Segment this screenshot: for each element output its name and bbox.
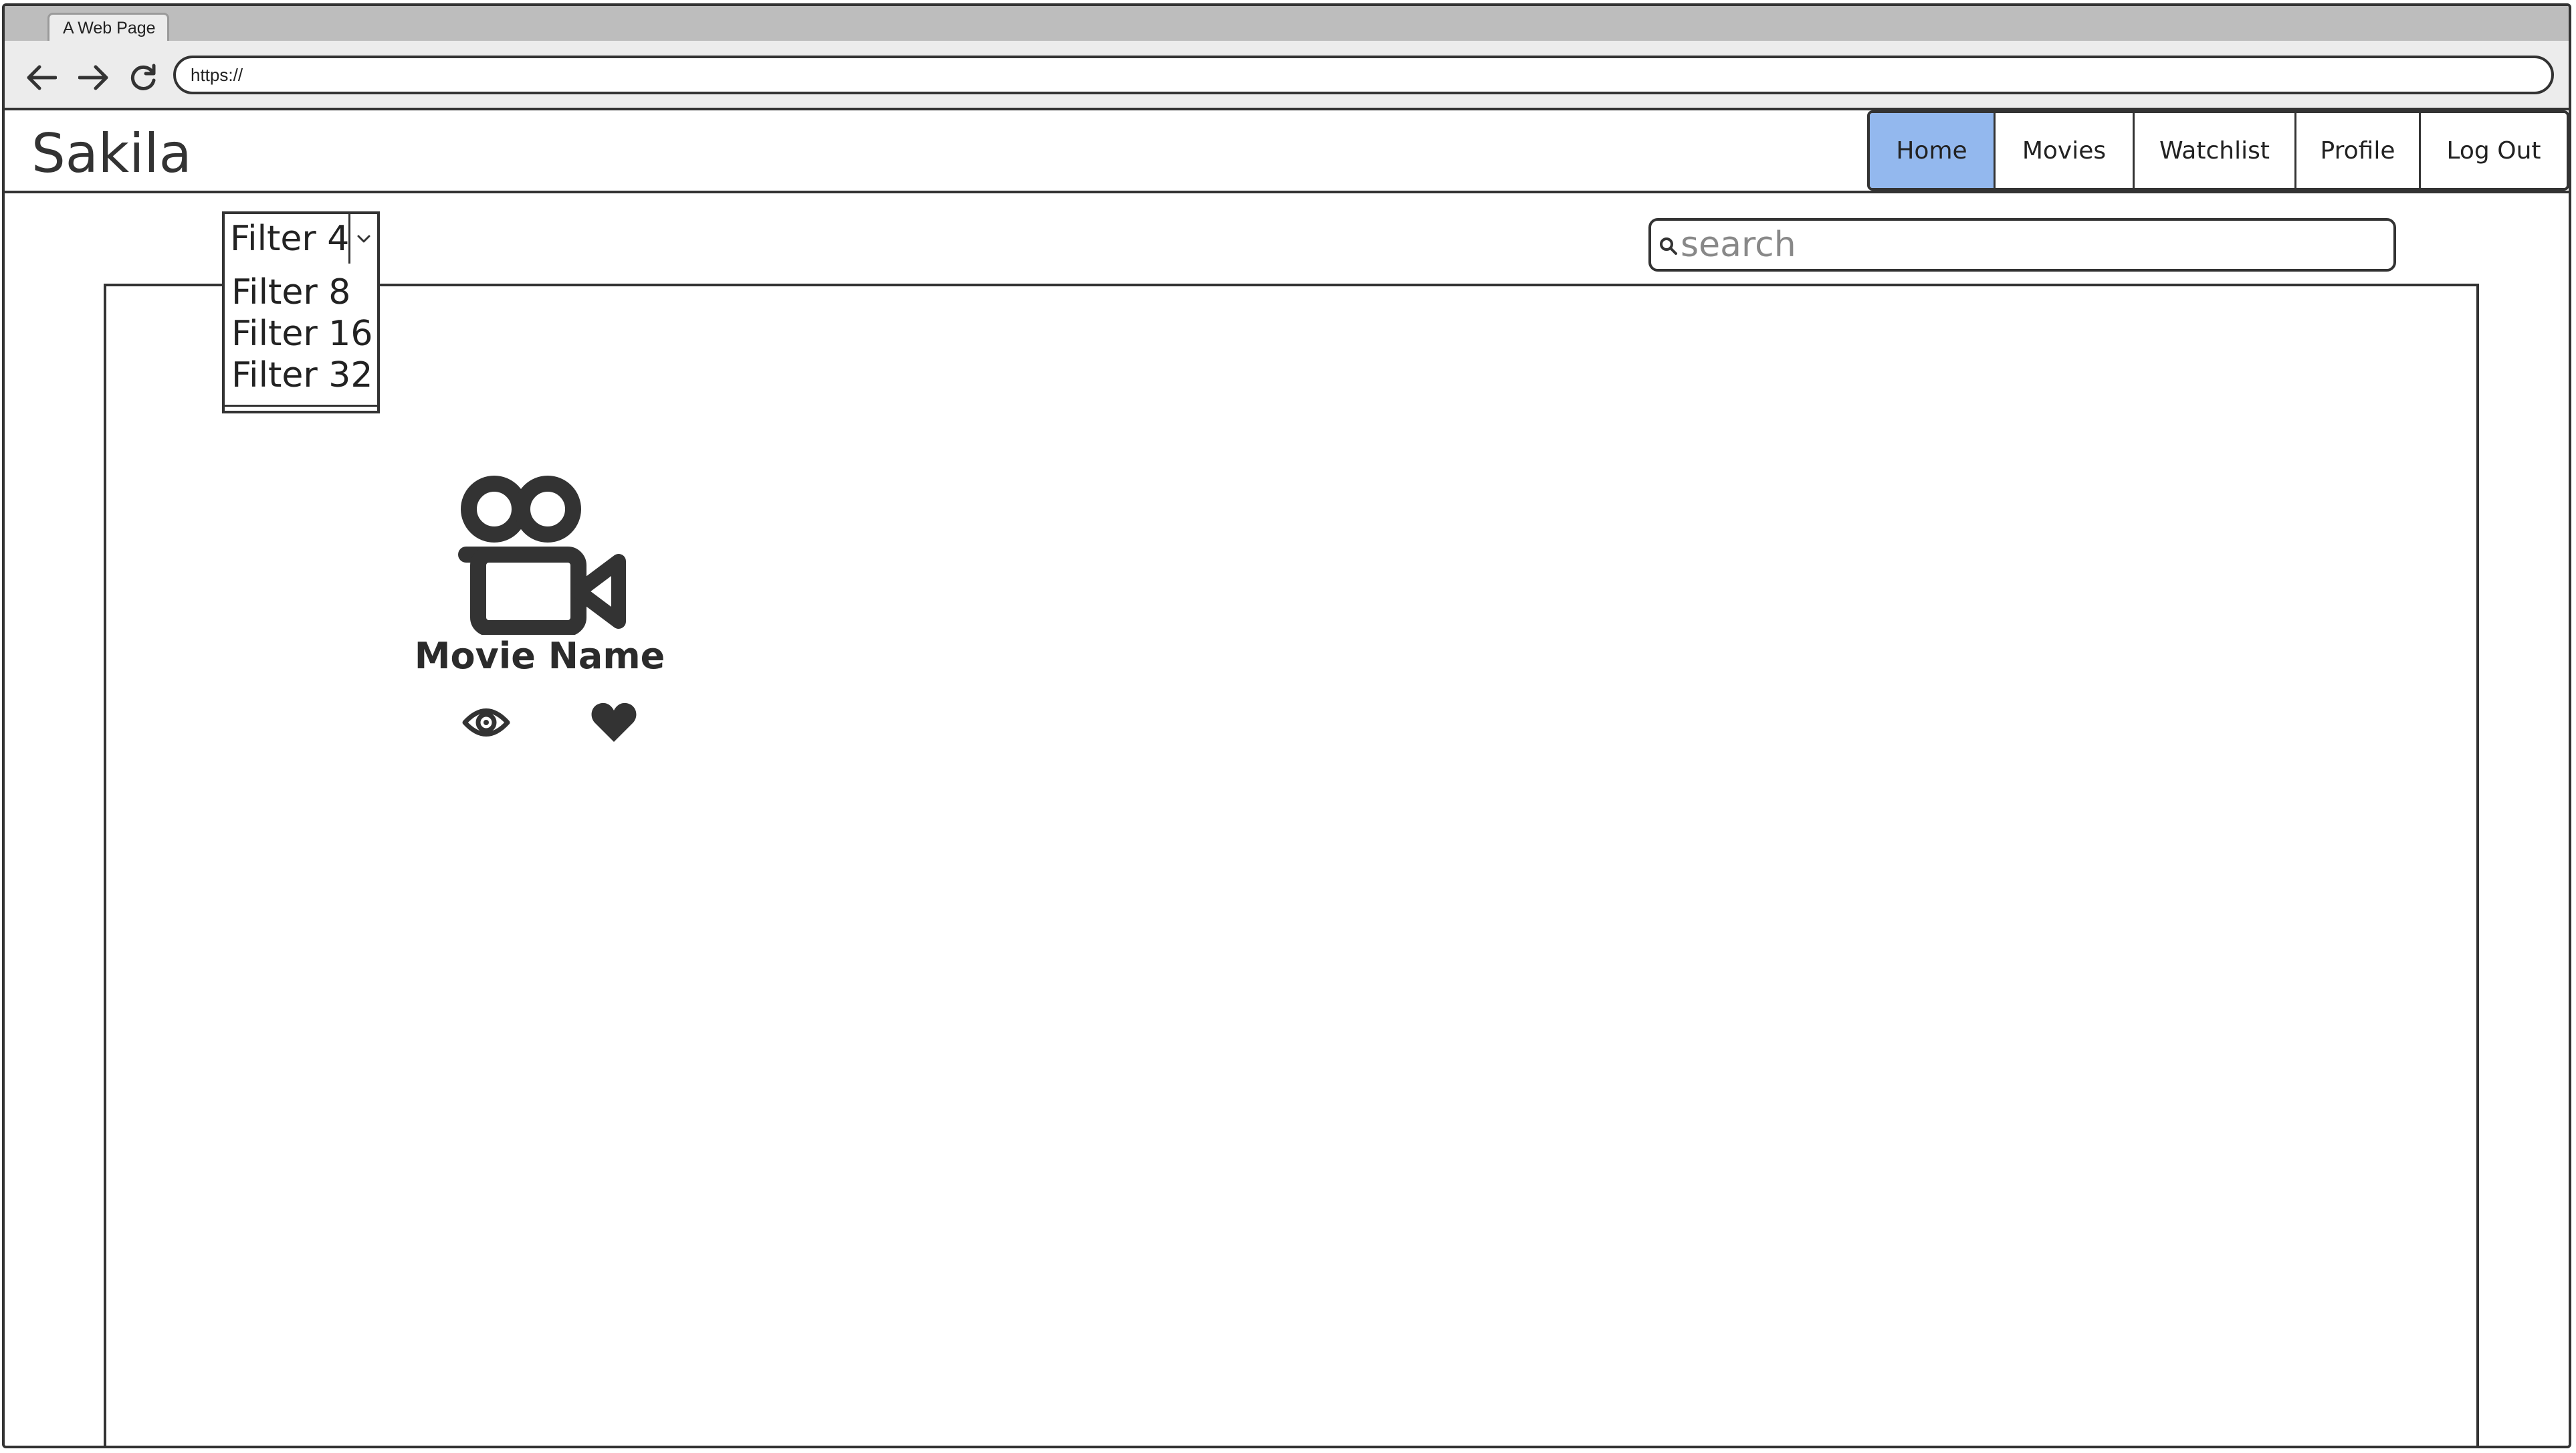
nav-profile[interactable]: Profile bbox=[2296, 113, 2421, 188]
address-bar[interactable]: https:// bbox=[173, 56, 2554, 94]
tab-strip: A Web Page bbox=[5, 6, 2569, 43]
browser-tab[interactable]: A Web Page bbox=[47, 13, 169, 42]
filter-select[interactable]: Filter 4 bbox=[222, 211, 380, 266]
brand-logo[interactable]: Sakila bbox=[31, 122, 192, 185]
heart-icon[interactable] bbox=[590, 700, 638, 745]
browser-window: A Web Page https:// Sakila Home Movies W… bbox=[2, 3, 2571, 1448]
filter-option[interactable]: Filter 8 bbox=[225, 272, 377, 313]
eye-icon[interactable] bbox=[462, 700, 510, 745]
search-input[interactable] bbox=[1681, 223, 2389, 266]
back-arrow-icon[interactable] bbox=[23, 60, 60, 96]
filter-selected-value: Filter 4 bbox=[230, 219, 350, 259]
movie-name[interactable]: Movie Name bbox=[393, 635, 687, 677]
forward-arrow-icon[interactable] bbox=[76, 60, 112, 96]
search-box[interactable] bbox=[1648, 218, 2396, 272]
main-nav: Home Movies Watchlist Profile Log Out bbox=[1867, 110, 2569, 191]
movie-camera-icon[interactable] bbox=[453, 474, 633, 636]
filter-option[interactable]: Filter 16 bbox=[225, 313, 377, 355]
browser-toolbar: https:// bbox=[5, 41, 2569, 110]
chevron-down-icon[interactable] bbox=[348, 214, 377, 264]
nav-watchlist[interactable]: Watchlist bbox=[2135, 113, 2296, 188]
filter-option[interactable]: Filter 32 bbox=[225, 355, 377, 396]
list-divider bbox=[225, 405, 377, 407]
nav-home[interactable]: Home bbox=[1870, 113, 1996, 188]
search-icon bbox=[1658, 235, 1679, 257]
nav-movies[interactable]: Movies bbox=[1996, 113, 2135, 188]
app-header: Sakila Home Movies Watchlist Profile Log… bbox=[5, 110, 2569, 193]
filter-options-list: Filter 8 Filter 16 Filter 32 bbox=[222, 264, 380, 413]
content-panel bbox=[104, 284, 2479, 1446]
reload-icon[interactable] bbox=[125, 60, 161, 96]
nav-logout[interactable]: Log Out bbox=[2421, 113, 2567, 188]
